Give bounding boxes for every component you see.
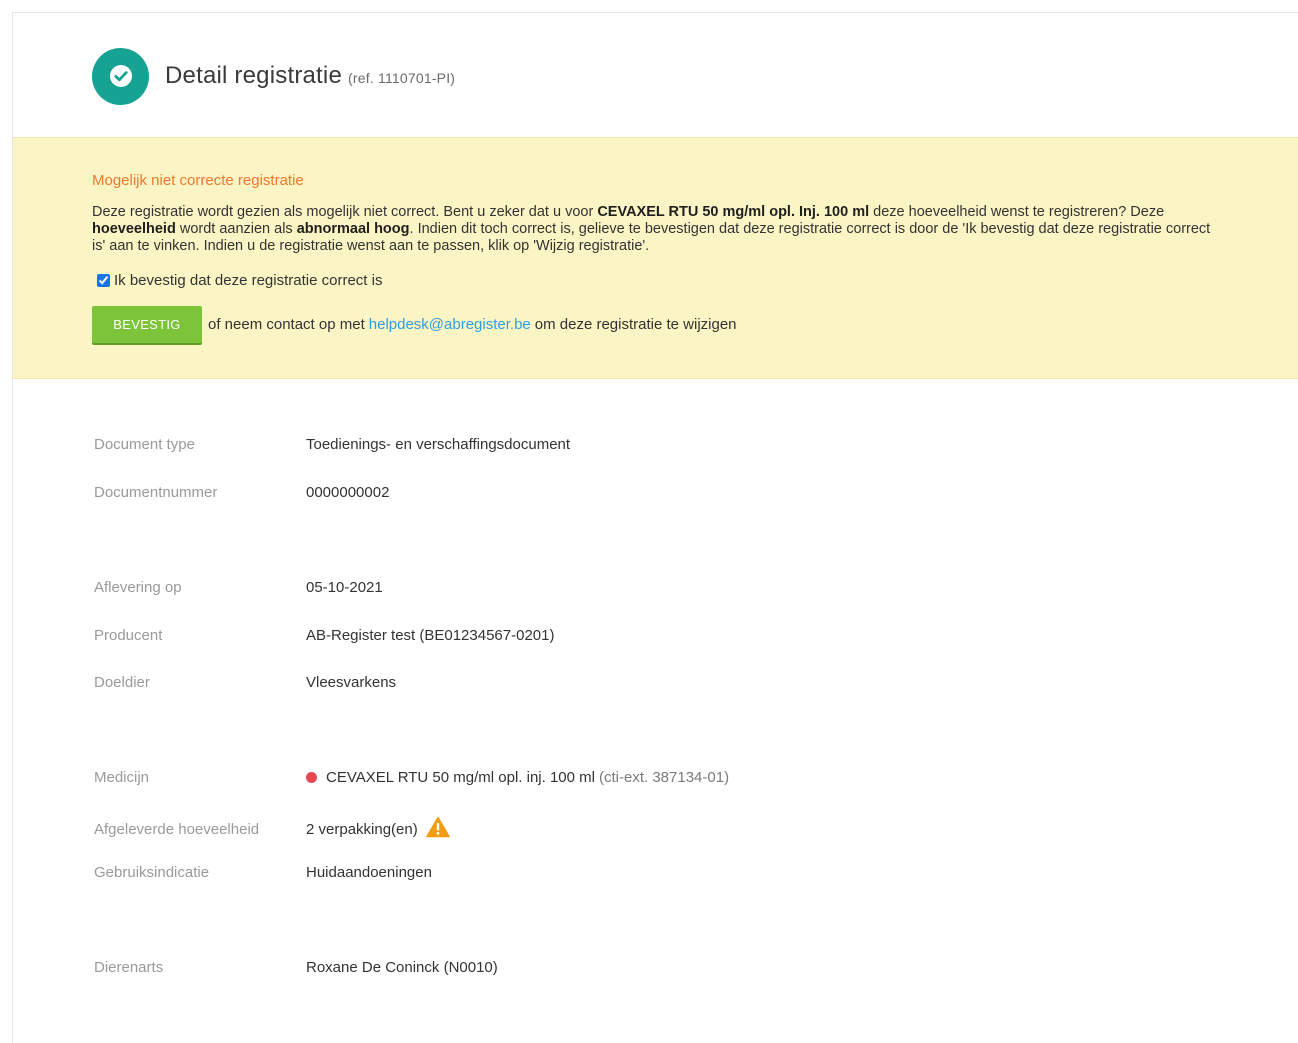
page-title-ref: (ref. 1110701-PI) xyxy=(348,70,456,86)
medicine-code: (cti-ext. 387134-01) xyxy=(599,769,730,786)
confirm-button[interactable]: BEVESTIG xyxy=(92,306,202,343)
alert-quantity-word: hoeveelheid xyxy=(92,221,176,237)
detail-label: Afgeleverde hoeveelheid xyxy=(94,820,260,838)
alert-text-3: wordt aanzien als xyxy=(175,221,297,237)
detail-label: Aflevering op xyxy=(94,579,182,596)
warning-triangle-icon xyxy=(425,816,450,842)
page-title: Detail registratie (ref. 1110701-PI) xyxy=(165,62,455,90)
warning-alert: Mogelijk niet correcte registratie Deze … xyxy=(13,137,1298,379)
detail-value: AB-Register test (BE01234567-0201) xyxy=(306,627,555,644)
detail-label: Dierenarts xyxy=(94,959,164,976)
detail-label: Medicijn xyxy=(94,769,150,786)
alert-text-1: Deze registratie wordt gezien als mogeli… xyxy=(92,204,598,220)
detail-value: Vleesvarkens xyxy=(306,674,397,691)
detail-row-veterinarian: Dierenarts Roxane De Coninck (N0010) xyxy=(94,959,994,976)
detail-label: Gebruiksindicatie xyxy=(94,864,210,881)
detail-card: Detail registratie (ref. 1110701-PI) Moge… xyxy=(12,12,1298,1043)
alert-title: Mogelijk niet correcte registratie xyxy=(92,172,304,189)
confirm-checkbox-label: Ik bevestig dat deze registratie correct… xyxy=(114,272,383,289)
detail-label: Documentnummer xyxy=(94,484,218,501)
detail-value: 05-10-2021 xyxy=(306,579,383,596)
alert-medicine-name: CEVAXEL RTU 50 mg/ml opl. Inj. 100 ml xyxy=(597,204,870,220)
detail-row-target-animal: Doeldier Vleesvarkens xyxy=(94,674,994,691)
detail-row-delivery-date: Aflevering op 05-10-2021 xyxy=(94,579,994,596)
quantity-value: 2 verpakking(en) xyxy=(306,820,418,838)
detail-row-document-type: Document type Toedienings- en verschaffi… xyxy=(94,436,994,453)
red-dot-icon xyxy=(306,772,317,783)
detail-value: Toedienings- en verschaffingsdocument xyxy=(306,436,571,453)
check-circle-icon xyxy=(92,47,149,105)
detail-row-quantity: Afgeleverde hoeveelheid 2 verpakking(en) xyxy=(94,816,994,842)
alert-abnormal-high: abnormaal hoog xyxy=(296,221,410,237)
detail-value: Huidaandoeningen xyxy=(306,864,432,881)
page-header: Detail registratie (ref. 1110701-PI) xyxy=(92,47,455,105)
detail-row-medicine: Medicijn CEVAXEL RTU 50 mg/ml opl. inj. … xyxy=(94,769,994,786)
detail-row-producer: Producent AB-Register test (BE01234567-0… xyxy=(94,627,994,644)
alert-message: Deze registratie wordt gezien als mogeli… xyxy=(92,204,1222,255)
medicine-name: CEVAXEL RTU 50 mg/ml opl. inj. 100 ml xyxy=(326,769,595,786)
confirm-checkbox-row[interactable]: Ik bevestig dat deze registratie correct… xyxy=(97,272,382,289)
detail-value: Roxane De Coninck (N0010) xyxy=(306,959,498,976)
alert-actions: BEVESTIG of neem contact op met helpdesk… xyxy=(92,306,737,343)
confirm-checkbox[interactable] xyxy=(97,274,110,287)
helpdesk-email-link[interactable]: helpdesk@abregister.be xyxy=(369,316,531,333)
detail-value: 2 verpakking(en) xyxy=(306,816,450,842)
detail-row-document-number: Documentnummer 0000000002 xyxy=(94,484,994,501)
detail-label: Doeldier xyxy=(94,674,150,691)
detail-row-indication: Gebruiksindicatie Huidaandoeningen xyxy=(94,864,994,881)
detail-value: CEVAXEL RTU 50 mg/ml opl. inj. 100 ml (c… xyxy=(306,769,729,786)
contact-prefix: of neem contact op met xyxy=(208,316,365,333)
alert-text-2: deze hoeveelheid wenst te registreren? D… xyxy=(869,204,1165,220)
detail-label: Producent xyxy=(94,627,163,644)
page-title-text: Detail registratie xyxy=(165,62,343,89)
detail-value: 0000000002 xyxy=(306,484,390,501)
detail-label: Document type xyxy=(94,436,195,453)
contact-suffix: om deze registratie te wijzigen xyxy=(534,316,737,333)
